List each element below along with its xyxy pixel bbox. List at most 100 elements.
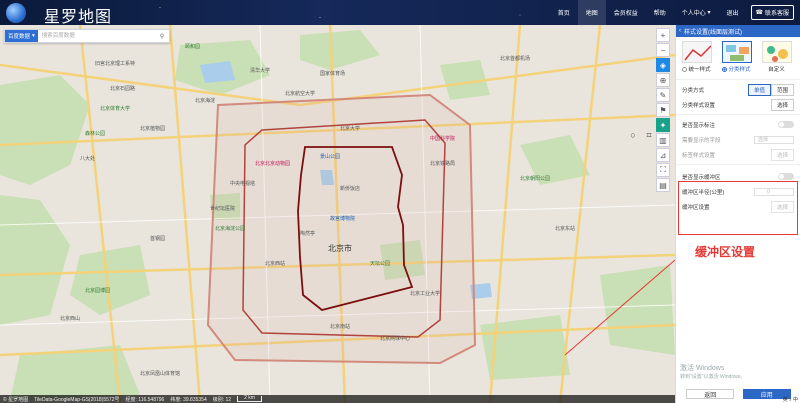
poi-label[interactable]: 北京朝阳公园: [520, 175, 550, 182]
print-button[interactable]: ▤: [656, 178, 670, 192]
poi-label[interactable]: 北京工业大学: [410, 290, 440, 297]
zoom-in-button[interactable]: +: [656, 28, 670, 42]
label-field-select[interactable]: 选择: [754, 135, 794, 144]
poi-label[interactable]: 北京植物园: [140, 125, 165, 132]
poi-label[interactable]: 中央电视塔: [230, 180, 255, 187]
brand-title[interactable]: 星罗地图: [44, 3, 112, 27]
poi-label[interactable]: 北京大学: [340, 125, 360, 132]
poi-label[interactable]: 北京东站: [555, 225, 575, 232]
chart-button[interactable]: ▥: [656, 133, 670, 147]
map-credit: © 星罗地图: [3, 396, 29, 403]
poi-label[interactable]: 北京铁路局: [430, 160, 455, 167]
nav-membership[interactable]: 会员权益: [606, 0, 646, 25]
nav-home[interactable]: 首页: [550, 0, 578, 25]
classify-unique-button[interactable]: 单值: [747, 83, 771, 96]
divider: [676, 164, 800, 165]
contact-support-button[interactable]: ☎ 联系客服: [750, 5, 794, 20]
style-button[interactable]: ✦: [656, 118, 670, 132]
poi-label[interactable]: 故宫博物院: [330, 215, 355, 222]
scale-bar: 2 km: [237, 396, 262, 402]
search-bar: 百度数据 ▾ ⚲: [4, 29, 170, 43]
style-option-category[interactable]: 分类样式: [719, 41, 754, 77]
map-canvas[interactable]: 颐和园 清华大学 国家体育场 旧宫北京理工系特 北京石园路 北京海淀 北京航空大…: [0, 25, 675, 403]
poi-label[interactable]: 北京海淀: [195, 97, 215, 104]
measure-button[interactable]: ⊿: [656, 148, 670, 162]
poi-label[interactable]: 北京南站: [330, 323, 350, 330]
layers-button[interactable]: ◈: [656, 58, 670, 72]
nav-map[interactable]: 地图: [577, 0, 606, 25]
nav-user-center-label: 个人中心: [681, 11, 706, 17]
data-source-label: 百度数据: [8, 34, 31, 40]
brand-logo[interactable]: [6, 3, 26, 23]
fullscreen-button[interactable]: ⛶: [656, 163, 670, 177]
poi-label[interactable]: 世纪坛医院: [210, 205, 235, 212]
show-buffer-label: 是否显示缓冲区: [682, 174, 721, 181]
poi-city-label[interactable]: 北京市: [328, 243, 352, 254]
poi-label[interactable]: 清华大学: [250, 67, 270, 74]
poi-label[interactable]: 旧宫北京理工系特: [95, 60, 135, 67]
draw-circle-button[interactable]: ○: [627, 129, 639, 141]
show-buffer-toggle[interactable]: [778, 173, 794, 180]
search-button[interactable]: ⚲: [155, 30, 169, 42]
nav-user-center[interactable]: 个人中心 ▾: [674, 0, 719, 25]
marker-button[interactable]: ⚑: [656, 103, 670, 117]
poi-label[interactable]: 北京网球中心: [380, 335, 410, 342]
label-style-select-button[interactable]: 选择: [770, 148, 794, 161]
ruler-icon: ⊿: [659, 150, 667, 160]
classify-style-row: 分类样式设置 选择: [676, 97, 800, 112]
poi-label[interactable]: 北京西站: [265, 260, 285, 267]
style-option-custom[interactable]: 自定义: [759, 41, 794, 77]
poi-label[interactable]: 北京园博园: [85, 287, 110, 294]
zoom-out-button[interactable]: −: [656, 43, 670, 57]
show-label-row: 是否显示标注: [676, 117, 800, 132]
longitude-readout: 经度: 116.548796: [125, 396, 165, 403]
show-label-toggle[interactable]: [778, 121, 794, 128]
poi-label[interactable]: 北京航空大学: [285, 90, 315, 97]
back-button[interactable]: 返回: [686, 389, 735, 399]
classify-style-select-button[interactable]: 选择: [770, 98, 794, 111]
back-icon[interactable]: ‹: [679, 28, 681, 34]
chart-icon: ▥: [659, 135, 667, 145]
style-option-uniform[interactable]: 统一样式: [679, 41, 714, 77]
style-type-selector: 统一样式 分类样式 自定义: [676, 37, 800, 77]
draw-toolbar: ○ ⌗: [627, 129, 655, 141]
poi-label[interactable]: 八大处: [80, 155, 95, 162]
map-status-bar: © 星罗地图 TileData-GoogleMap-GS(2018)5572号 …: [0, 395, 675, 403]
style-option-label: 统一样式: [682, 65, 711, 73]
style-option-label: 分类样式: [722, 65, 751, 73]
poi-label[interactable]: 北京石园路: [110, 85, 135, 92]
style-option-text: 统一样式: [688, 67, 711, 73]
poi-label[interactable]: 景山公园: [320, 153, 340, 160]
windows-activation-watermark: 激活 Windows 转到"设置"以激活 Windows。: [680, 364, 745, 382]
data-source-dropdown[interactable]: 百度数据 ▾: [5, 30, 38, 42]
poi-label[interactable]: 北京凤凰山体育馆: [140, 370, 180, 377]
draw-rect-button[interactable]: ⌗: [643, 129, 655, 141]
poi-label[interactable]: 陶然亭: [300, 230, 315, 237]
nav-help[interactable]: 帮助: [646, 0, 674, 25]
search-input[interactable]: [37, 30, 155, 42]
poi-label[interactable]: 森林公园: [85, 130, 105, 137]
system-tray[interactable]: 英 ♪ 中: [783, 396, 798, 403]
panel-footer: 返回 应用: [676, 389, 800, 399]
poi-label[interactable]: 北京西山: [60, 315, 80, 322]
poi-label[interactable]: 北京首都机场: [500, 55, 530, 62]
poi-label[interactable]: 颐和园: [185, 43, 200, 50]
poi-label[interactable]: 国家体育场: [320, 70, 345, 77]
locate-button[interactable]: ⊕: [656, 73, 670, 87]
search-icon: ⚲: [159, 33, 165, 40]
poi-label[interactable]: 北京体育大学: [100, 105, 130, 112]
style-option-text: 分类样式: [728, 67, 751, 73]
poi-label[interactable]: 新侨饭店: [340, 185, 360, 192]
poi-label[interactable]: 天坛公园: [370, 260, 390, 267]
edit-button[interactable]: ✎: [656, 88, 670, 102]
poi-label[interactable]: 北京海淀公园: [215, 225, 245, 232]
poi-label[interactable]: 首钢园: [150, 235, 165, 242]
classify-style-label: 分类样式设置: [682, 102, 716, 109]
label-field-label: 需要显示的字段: [682, 137, 721, 144]
poi-label[interactable]: 中国科学院: [430, 135, 455, 142]
classify-range-button[interactable]: 范围: [770, 83, 794, 96]
poi-label[interactable]: 北京北京动物园: [255, 160, 290, 167]
fullscreen-icon: ⛶: [660, 165, 666, 174]
panel-title: 样式设置(线面层测试): [684, 29, 742, 36]
nav-logout[interactable]: 退出: [718, 0, 746, 25]
